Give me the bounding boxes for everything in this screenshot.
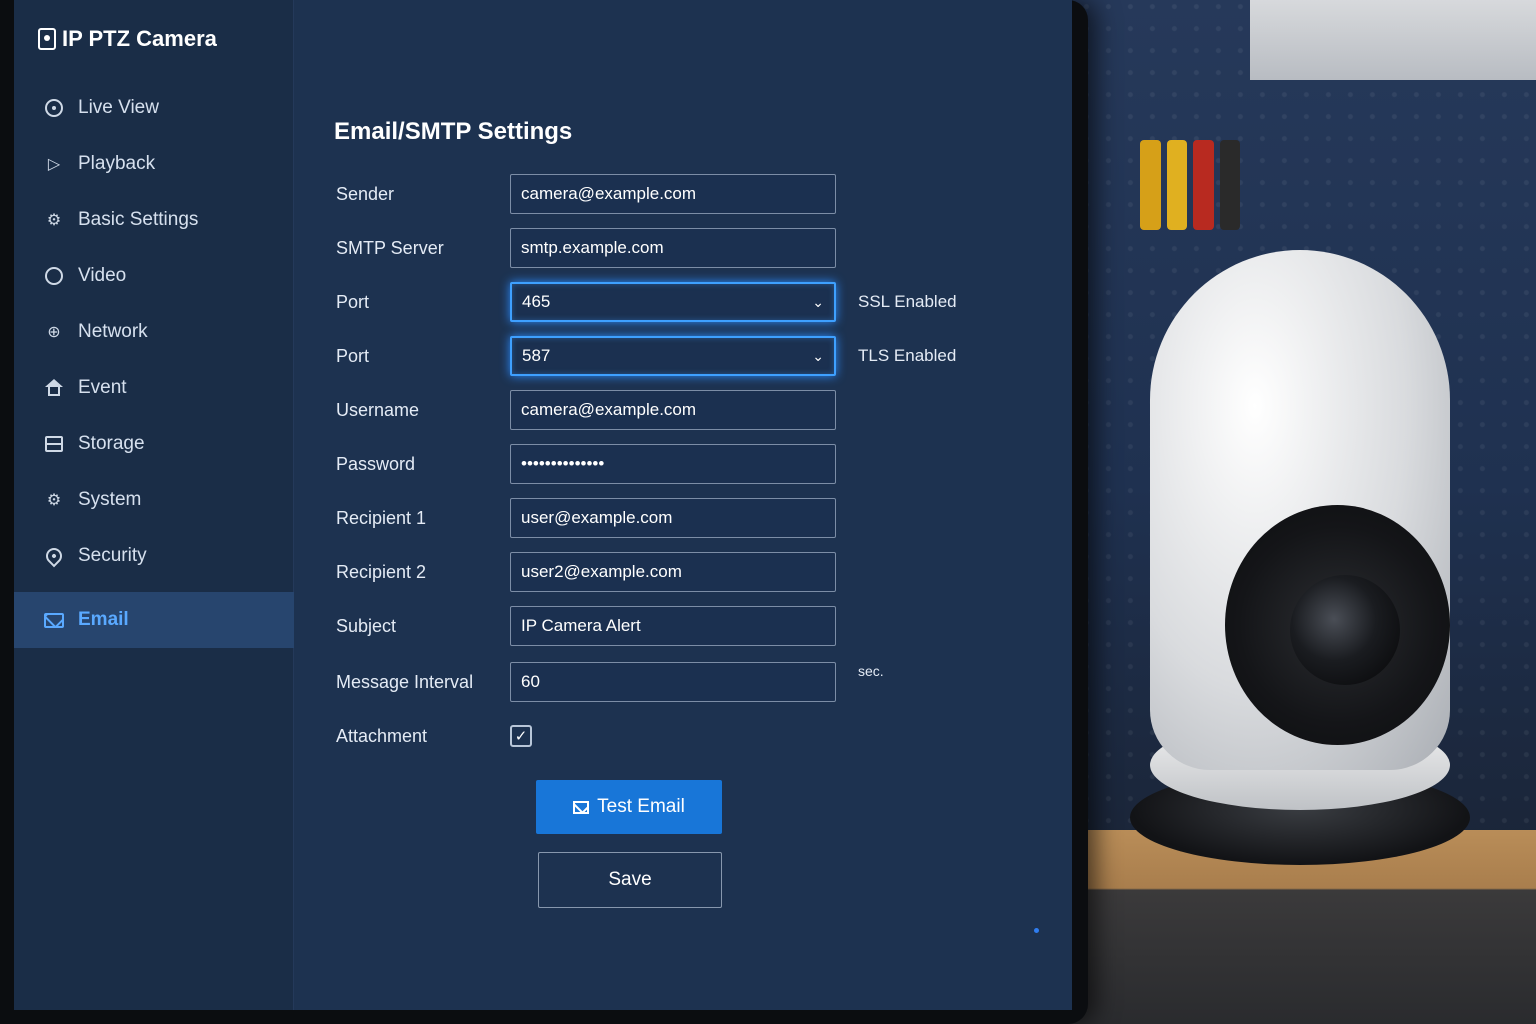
password-field[interactable]: •••••••••••••• xyxy=(510,444,836,484)
username-label: Username xyxy=(336,399,420,420)
sidebar-item-label: Event xyxy=(78,377,127,398)
interval-row: Message Interval 60 sec. xyxy=(336,660,1056,704)
sidebar-item-label: Storage xyxy=(78,433,145,454)
subject-row: Subject IP Camera Alert xyxy=(336,604,1056,648)
sender-field[interactable]: camera@example.com xyxy=(510,174,836,214)
sidebar-item-security[interactable]: Security xyxy=(14,528,294,584)
monitor: IP PTZ Camera Live View ▷ Playback ⚙ Bas… xyxy=(0,0,1088,1024)
main-content: Email/SMTP Settings Sender camera@exampl… xyxy=(314,0,1072,1010)
sidebar-item-playback[interactable]: ▷ Playback xyxy=(14,136,294,192)
chevron-down-icon: ⌄ xyxy=(812,347,824,364)
port-ssl-row: Port 465 ⌄ SSL Enabled xyxy=(336,280,1056,324)
port-tls-select[interactable]: 587 ⌄ xyxy=(510,336,836,376)
app-title: IP PTZ Camera xyxy=(38,26,217,52)
smtp-server-row: SMTP Server smtp.example.com xyxy=(336,226,1056,270)
save-button[interactable]: Save xyxy=(538,852,722,908)
gear-icon: ⚙ xyxy=(46,492,62,509)
sidebar-item-video[interactable]: Video xyxy=(14,248,294,304)
sidebar-item-live-view[interactable]: Live View xyxy=(14,80,294,136)
sidebar-item-label: Video xyxy=(78,265,127,286)
sidebar-item-storage[interactable]: Storage xyxy=(14,416,294,472)
sidebar-item-label: System xyxy=(78,489,142,510)
port-ssl-value: 465 xyxy=(522,292,551,311)
interval-unit: sec. xyxy=(858,663,884,679)
sidebar-item-label: Email xyxy=(78,609,129,630)
globe-icon: ⊕ xyxy=(47,324,61,341)
live-view-icon xyxy=(44,98,64,118)
sidebar-item-label: Security xyxy=(78,545,147,566)
subject-label: Subject xyxy=(336,615,397,636)
page-title: Email/SMTP Settings xyxy=(334,118,573,145)
interval-field[interactable]: 60 xyxy=(510,662,836,702)
sidebar-item-label: Playback xyxy=(78,153,156,174)
save-label: Save xyxy=(608,869,652,890)
background-tools xyxy=(1140,140,1240,230)
sidebar: IP PTZ Camera Live View ▷ Playback ⚙ Bas… xyxy=(14,0,294,1010)
ptz-camera-lens xyxy=(1290,575,1400,685)
recipient1-field[interactable]: user@example.com xyxy=(510,498,836,538)
sidebar-item-network[interactable]: ⊕ Network xyxy=(14,304,294,360)
mail-icon xyxy=(573,800,590,814)
recipient2-label: Recipient 2 xyxy=(336,561,427,582)
storage-icon xyxy=(44,434,64,454)
power-led xyxy=(1034,928,1039,933)
gear-icon: ⚙ xyxy=(46,212,62,229)
test-email-label: Test Email xyxy=(597,796,685,817)
sidebar-item-system[interactable]: ⚙ System xyxy=(14,472,294,528)
password-label: Password xyxy=(336,453,416,474)
sidebar-item-label: Live View xyxy=(78,97,159,118)
port-ssl-select[interactable]: 465 ⌄ xyxy=(510,282,836,322)
screen: IP PTZ Camera Live View ▷ Playback ⚙ Bas… xyxy=(14,0,1072,1010)
smtp-server-field[interactable]: smtp.example.com xyxy=(510,228,836,268)
port-label: Port xyxy=(336,345,370,366)
password-row: Password •••••••••••••• xyxy=(336,442,1056,486)
mail-icon xyxy=(44,610,64,630)
video-icon xyxy=(44,266,64,286)
interval-label: Message Interval xyxy=(336,671,474,692)
port-tls-value: 587 xyxy=(522,346,551,365)
attachment-label: Attachment xyxy=(336,725,428,746)
home-icon xyxy=(44,378,64,398)
sidebar-item-event[interactable]: Event xyxy=(14,360,294,416)
sidebar-item-basic-settings[interactable]: ⚙ Basic Settings xyxy=(14,192,294,248)
smtp-server-label: SMTP Server xyxy=(336,237,444,258)
port-tls-row: Port 587 ⌄ TLS Enabled xyxy=(336,334,1056,378)
background-shelf xyxy=(1250,0,1536,80)
attachment-row: Attachment ✓ xyxy=(336,714,1056,758)
ssl-status: SSL Enabled xyxy=(858,292,957,311)
sidebar-item-email[interactable]: Email xyxy=(14,592,294,648)
app-title-text: IP PTZ Camera xyxy=(62,26,217,51)
sidebar-item-label: Network xyxy=(78,321,148,342)
recipient2-row: Recipient 2 user2@example.com xyxy=(336,550,1056,594)
subject-field[interactable]: IP Camera Alert xyxy=(510,606,836,646)
attachment-checkbox[interactable]: ✓ xyxy=(510,725,532,747)
recipient1-row: Recipient 1 user@example.com xyxy=(336,496,1056,540)
port-label: Port xyxy=(336,291,370,312)
sidebar-item-label: Basic Settings xyxy=(78,209,199,230)
username-field[interactable]: camera@example.com xyxy=(510,390,836,430)
camera-logo-icon xyxy=(38,28,56,50)
test-email-button[interactable]: Test Email xyxy=(536,780,722,834)
sender-label: Sender xyxy=(336,183,395,204)
recipient1-label: Recipient 1 xyxy=(336,507,427,528)
sender-row: Sender camera@example.com xyxy=(336,172,1056,216)
sidebar-nav: Live View ▷ Playback ⚙ Basic Settings Vi… xyxy=(14,80,294,648)
location-pin-icon xyxy=(42,544,66,568)
recipient2-field[interactable]: user2@example.com xyxy=(510,552,836,592)
tls-status: TLS Enabled xyxy=(858,346,957,365)
username-row: Username camera@example.com xyxy=(336,388,1056,432)
chevron-down-icon: ⌄ xyxy=(812,293,824,310)
playback-icon: ▷ xyxy=(47,156,61,173)
checkmark-icon: ✓ xyxy=(514,728,528,745)
